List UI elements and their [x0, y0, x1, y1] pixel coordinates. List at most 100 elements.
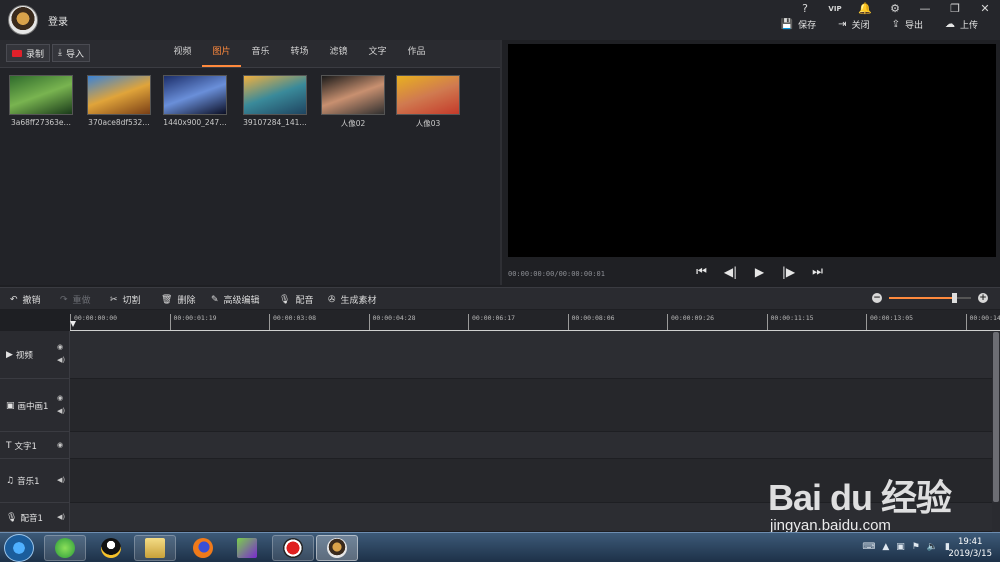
upload-button[interactable]: ☁ 上传	[945, 18, 978, 31]
scrollbar-thumb[interactable]	[993, 332, 999, 502]
tab-6[interactable]: 作品	[397, 40, 436, 67]
media-tabs: 视频 图片 音乐 转场 滤镜 文字 作品	[163, 40, 436, 67]
volume-icon[interactable]: ◀)	[57, 407, 65, 415]
avatar[interactable]	[8, 5, 38, 35]
flag-icon[interactable]: ⚑	[912, 542, 920, 552]
media-thumbnail[interactable]: 3a68ff27363e…	[6, 75, 76, 127]
timeline-ruler[interactable]: 00:00:00:00 00:00:01:19 00:00:03:08 00:00:0…	[70, 310, 1000, 331]
cut-button[interactable]: ✂ 切割	[110, 293, 141, 307]
track-header[interactable]: T 文字1 ◉	[0, 432, 70, 459]
record-app-icon	[283, 538, 303, 558]
next-frame-icon[interactable]: |▶	[774, 265, 803, 279]
media-thumbnail[interactable]: 1440x900_247…	[160, 75, 230, 127]
media-thumbnail[interactable]: 人像03	[393, 75, 463, 129]
zoom-fill	[889, 297, 955, 299]
track-label: 音乐1	[17, 477, 40, 487]
volume-icon[interactable]: ◀)	[57, 356, 65, 364]
advanced-edit-button[interactable]: ✎ 高级编辑	[211, 293, 260, 307]
media-thumbnail[interactable]: 39107284_141…	[240, 75, 310, 127]
volume-icon[interactable]: ◀)	[57, 513, 65, 521]
taskbar-app-editor[interactable]	[316, 535, 358, 561]
export-icon: ⇪	[891, 19, 900, 30]
vip-icon[interactable]: VIP	[820, 5, 850, 13]
track-headers: ▶ 视频 ◉ ◀) ▣ 画中画1 ◉ ◀) T 文字1 ◉ ♫ 音乐1 ◀) 🎙 配音1 ◀)	[0, 331, 70, 532]
zoom-in-icon[interactable]: +	[978, 293, 988, 303]
help-icon[interactable]: ?	[790, 2, 820, 15]
track-header[interactable]: ▣ 画中画1 ◉ ◀)	[0, 379, 70, 432]
track-lane[interactable]	[70, 379, 992, 432]
zoom-knob[interactable]	[951, 293, 957, 303]
tab-2[interactable]: 音乐	[241, 40, 280, 67]
start-button[interactable]	[4, 534, 34, 562]
bell-icon[interactable]: 🔔	[850, 2, 880, 15]
eye-icon[interactable]: ◉	[57, 441, 63, 449]
media-thumbnail[interactable]: 人像02	[318, 75, 388, 129]
import-button[interactable]: ⤓ 导入	[52, 44, 90, 62]
close-project-button[interactable]: ⇥ 关闭	[838, 18, 869, 31]
generate-material-button[interactable]: ✇ 生成素材	[328, 293, 377, 307]
device-icon[interactable]: ▣	[896, 542, 905, 552]
exit-icon: ⇥	[838, 19, 847, 30]
track-name: ▣ 画中画1	[6, 400, 48, 412]
keyboard-icon[interactable]: ⌨	[862, 542, 875, 552]
record-button[interactable]: 录制	[6, 44, 51, 62]
save-button[interactable]: 💾 保存	[781, 18, 816, 31]
track-lane[interactable]	[70, 331, 992, 379]
taskbar-app-recorder[interactable]	[272, 535, 314, 561]
tab-5[interactable]: 文字	[358, 40, 397, 67]
export-button[interactable]: ⇪ 导出	[892, 18, 923, 31]
eye-icon[interactable]: ◉	[57, 394, 63, 402]
speaker-icon[interactable]: 🔈	[927, 542, 938, 552]
redo-button[interactable]: ↷ 重做	[60, 293, 91, 307]
tab-3[interactable]: 转场	[280, 40, 319, 67]
taskbar-app-browser[interactable]	[44, 535, 86, 561]
redo-icon: ↷	[60, 294, 68, 305]
zoom-out-icon[interactable]: −	[872, 293, 882, 303]
delete-button[interactable]: 🗑 删除	[161, 293, 195, 307]
playback-controls: ⏮ ◀| ▶ |▶ ⏭	[687, 264, 832, 279]
music-icon: ♫	[6, 476, 15, 486]
clock-date: 2019/3/15	[948, 549, 992, 559]
track-header[interactable]: ♫ 音乐1 ◀)	[0, 459, 70, 503]
undo-button[interactable]: ↶ 撤销	[10, 293, 41, 307]
prev-frame-icon[interactable]: ◀|	[716, 265, 745, 279]
login-link[interactable]: 登录	[48, 13, 68, 28]
volume-icon[interactable]: ◀)	[57, 476, 65, 484]
taskbar-app-firefox[interactable]	[182, 535, 224, 561]
tab-1[interactable]: 图片	[202, 40, 241, 67]
taskbar-app-media[interactable]	[226, 535, 268, 561]
media-library: 3a68ff27363e… 370ace8df532… 1440x900_247… 3…	[0, 68, 500, 285]
clock[interactable]: 19:41 2019/3/15	[948, 536, 992, 560]
play-icon[interactable]: ▶	[745, 265, 774, 279]
track-name: ▶ 视频	[6, 349, 33, 361]
close-icon[interactable]: ✕	[970, 2, 1000, 15]
eye-icon[interactable]: ◉	[57, 343, 63, 351]
minimize-icon[interactable]: —	[910, 2, 940, 15]
media-thumbnail[interactable]: 370ace8df532…	[84, 75, 154, 127]
timeline-scrollbar[interactable]	[992, 331, 1000, 532]
skip-start-icon[interactable]: ⏮	[687, 264, 716, 279]
preview-screen[interactable]	[508, 44, 996, 257]
system-tray: ⌨ ▲ ▣ ⚑ 🔈 ▮	[855, 542, 950, 552]
ruler-tick-label: 00:00:00:00	[70, 314, 117, 330]
cloud-upload-icon: ☁	[944, 19, 955, 30]
restore-icon[interactable]: ❐	[940, 2, 970, 15]
playhead[interactable]	[70, 321, 76, 327]
gear-icon[interactable]: ⚙	[880, 2, 910, 15]
zoom-slider[interactable]	[889, 293, 971, 303]
track-header[interactable]: ▶ 视频 ◉ ◀)	[0, 331, 70, 379]
trash-icon: 🗑	[161, 294, 173, 305]
tab-0[interactable]: 视频	[163, 40, 202, 67]
skip-end-icon[interactable]: ⏭	[803, 264, 832, 279]
dub-button[interactable]: 🎙 配音	[279, 293, 313, 307]
ruler-tick-label: 00:00:06:17	[468, 314, 515, 330]
taskbar-app-qq[interactable]	[90, 535, 132, 561]
taskbar-app-explorer[interactable]	[134, 535, 176, 561]
thumbnail-image	[87, 75, 151, 115]
tray-up-icon[interactable]: ▲	[882, 542, 889, 552]
track-label: 文字1	[14, 441, 37, 452]
track-header[interactable]: 🎙 配音1 ◀)	[0, 503, 70, 532]
tab-4[interactable]: 滤镜	[319, 40, 358, 67]
thumbnail-image	[396, 75, 460, 115]
thumbnail-caption: 人像02	[340, 119, 366, 128]
